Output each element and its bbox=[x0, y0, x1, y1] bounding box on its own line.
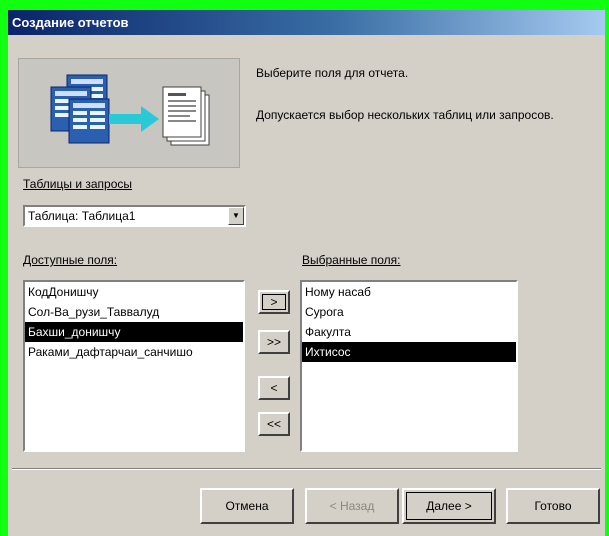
back-button[interactable]: < Назад bbox=[305, 488, 399, 524]
finish-button[interactable]: Готово bbox=[506, 488, 600, 524]
report-wizard-window: Создание отчетов Выберите поля для отчет… bbox=[8, 10, 605, 536]
list-item[interactable]: Раками_дафтарчаи_санчишо bbox=[25, 342, 243, 362]
list-item[interactable]: Факулта bbox=[302, 322, 516, 342]
available-fields-list[interactable]: КодДонишчу Сол-Ва_рузи_Таввалуд Бахши_до… bbox=[23, 280, 245, 452]
tables-queries-value: Таблица: Таблица1 bbox=[28, 209, 136, 223]
chevron-down-icon[interactable]: ▼ bbox=[228, 207, 244, 225]
selected-fields-label: Выбранные поля: bbox=[302, 253, 401, 267]
tables-to-report-icon bbox=[50, 74, 210, 146]
list-item[interactable]: Ному насаб bbox=[302, 282, 516, 302]
remove-all-fields-button[interactable]: << bbox=[258, 412, 290, 436]
tables-queries-label: Таблицы и запросы bbox=[23, 177, 133, 191]
list-item[interactable]: Бахши_донишчу bbox=[25, 322, 243, 342]
instruction-select-fields: Выберите поля для отчета. bbox=[256, 66, 409, 80]
list-item[interactable]: Сурога bbox=[302, 302, 516, 322]
cancel-button[interactable]: Отмена bbox=[200, 488, 294, 524]
list-item[interactable]: Ихтисос bbox=[302, 342, 516, 362]
title-bar: Создание отчетов bbox=[8, 10, 605, 35]
add-all-fields-button[interactable]: >> bbox=[258, 330, 290, 354]
instruction-multiple-tables: Допускается выбор нескольких таблиц или … bbox=[256, 108, 554, 122]
tables-queries-select[interactable]: Таблица: Таблица1 ▼ bbox=[23, 205, 246, 227]
remove-field-button[interactable]: < bbox=[258, 376, 290, 400]
available-fields-label: Доступные поля: bbox=[23, 253, 118, 267]
add-field-button[interactable]: > bbox=[258, 290, 290, 314]
list-item[interactable]: КодДонишчу bbox=[25, 282, 243, 302]
wizard-illustration bbox=[18, 58, 240, 168]
next-button[interactable]: Далее > bbox=[402, 488, 496, 524]
window-title: Создание отчетов bbox=[12, 15, 129, 30]
selected-fields-list[interactable]: Ному насаб Сурога Факулта Ихтисос bbox=[300, 280, 518, 452]
footer-divider bbox=[12, 468, 601, 470]
list-item[interactable]: Сол-Ва_рузи_Таввалуд bbox=[25, 302, 243, 322]
